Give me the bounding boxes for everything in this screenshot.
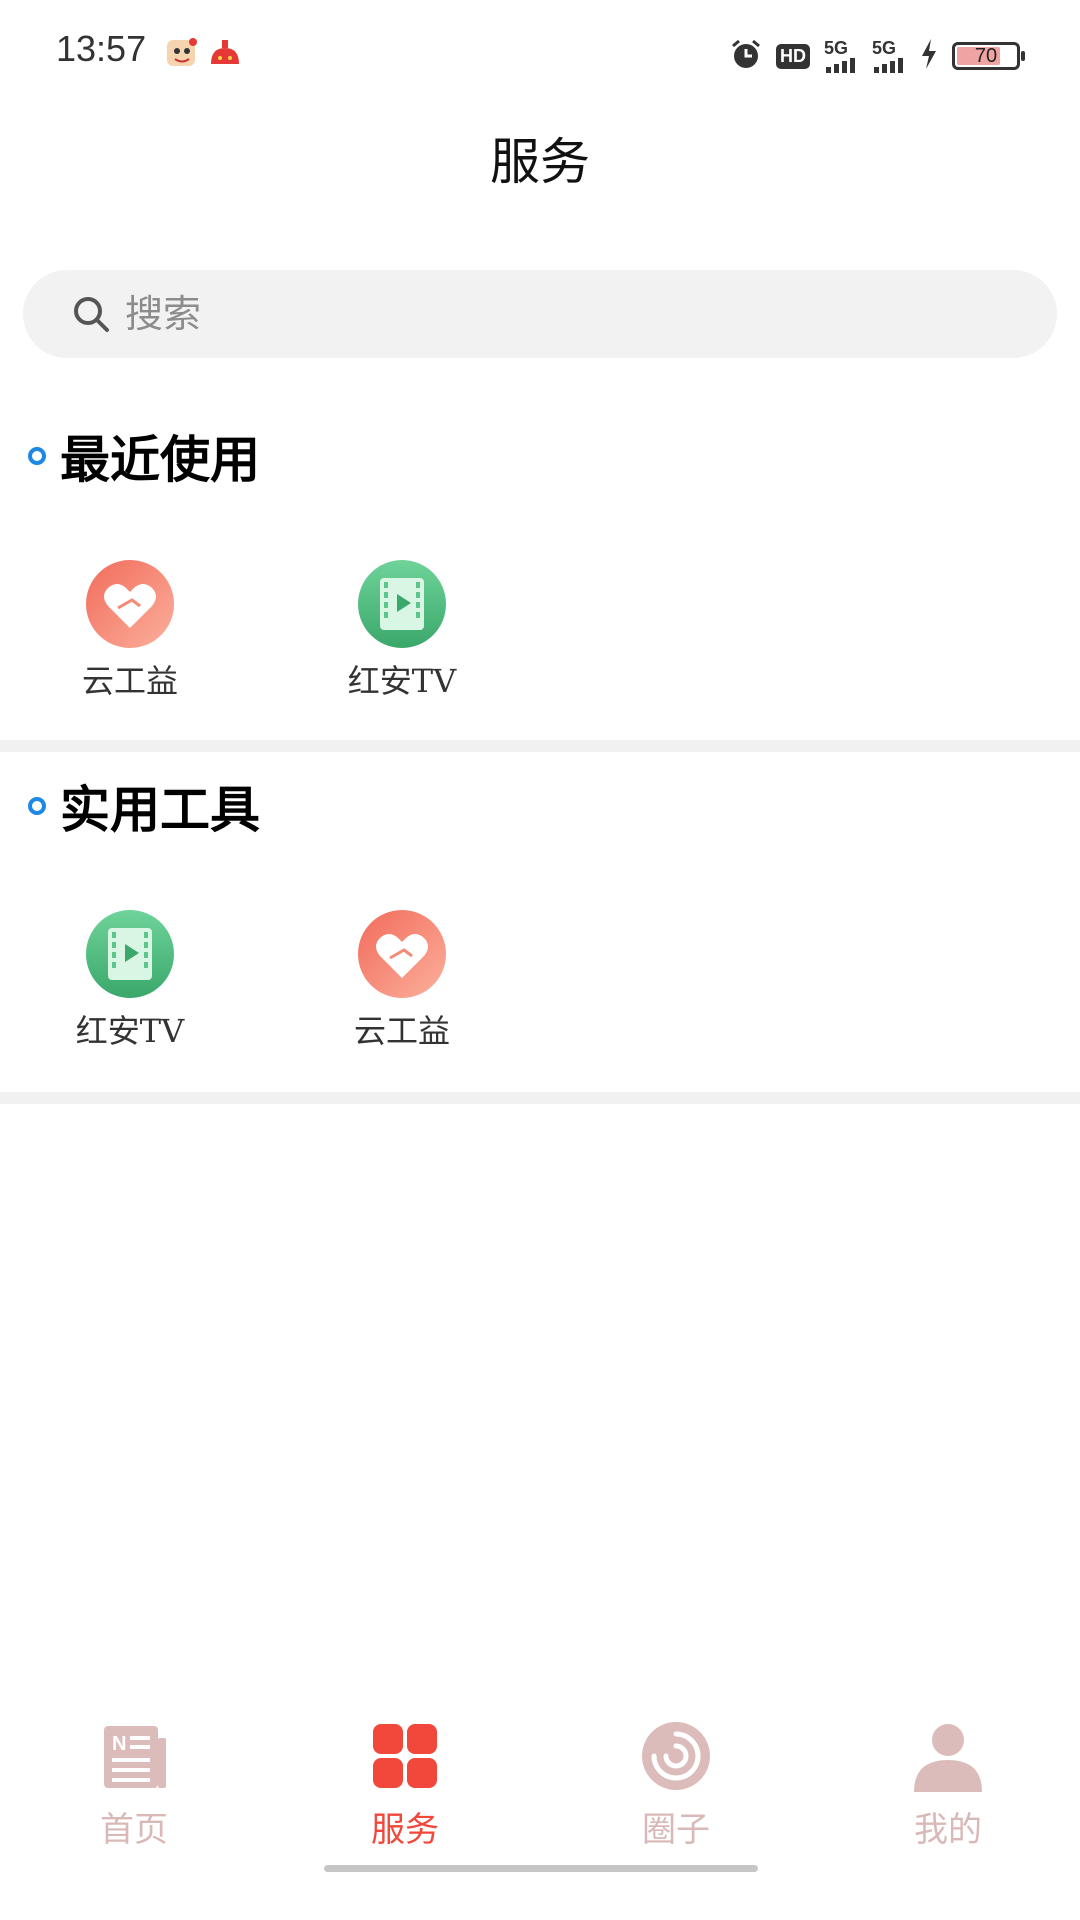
sim2-signal: 5G (872, 39, 906, 73)
section-header-tools: 实用工具 (28, 770, 260, 842)
status-time: 13:57 (56, 28, 147, 69)
heart-hand-icon (86, 560, 174, 648)
nav-label: 首页 (100, 1810, 168, 1850)
page-title: 服务 (490, 133, 590, 191)
news-icon: N (104, 1726, 166, 1788)
section-divider (0, 1092, 1080, 1104)
nav-item-circle[interactable]: 圈子 (596, 1720, 756, 1851)
app-hongan-tv[interactable]: 红安TV (302, 558, 502, 702)
home-indicator[interactable] (324, 1865, 758, 1872)
nav-label: 圈子 (642, 1810, 710, 1850)
app-hongan-tv[interactable]: 红安TV (30, 908, 230, 1052)
app-label: 云工益 (353, 1012, 450, 1050)
search-icon (47, 294, 111, 334)
search-bar[interactable] (23, 270, 1057, 358)
alarm-icon (730, 38, 762, 74)
search-input[interactable] (123, 291, 1007, 337)
nav-label: 我的 (914, 1810, 982, 1850)
heart-hand-icon (358, 910, 446, 998)
app-label: 红安TV (347, 662, 457, 700)
video-play-icon (86, 910, 174, 998)
nav-label: 服务 (371, 1810, 439, 1850)
signal-bars-icon (826, 58, 855, 73)
app-label: 云工益 (81, 662, 178, 700)
section-header-recent: 最近使用 (28, 420, 260, 492)
sim1-signal: 5G (824, 39, 858, 73)
app-label: 红安TV (75, 1012, 185, 1050)
charging-icon (920, 39, 938, 73)
notification-app-icon (165, 36, 199, 74)
status-indicators: HD 5G 5G 70 (730, 36, 1025, 76)
section-dot-icon (28, 797, 46, 815)
bottom-nav: N 首页 服务 圈子 我的 (0, 1710, 1080, 1870)
section-dot-icon (28, 447, 46, 465)
nav-item-home[interactable]: N 首页 (54, 1720, 214, 1851)
section-title: 最近使用 (60, 430, 260, 489)
video-play-icon (358, 560, 446, 648)
notification-app-icon-2 (208, 36, 242, 74)
hd-badge: HD (776, 43, 810, 69)
status-bar: 13:57 HD 5G 5G 70 (0, 0, 1080, 110)
app-yungongyi[interactable]: 云工益 (30, 558, 230, 702)
section-divider (0, 740, 1080, 752)
circle-swirl-icon (642, 1722, 710, 1790)
app-yungongyi[interactable]: 云工益 (302, 908, 502, 1052)
nav-item-services[interactable]: 服务 (325, 1720, 485, 1851)
services-screen: 13:57 HD 5G 5G 70 服务 搜索 最近使用 云工益 红安TV 实用… (0, 0, 1080, 1920)
user-icon (914, 1724, 982, 1792)
section-title: 实用工具 (60, 780, 260, 839)
signal-bars-icon (874, 58, 903, 73)
battery-level: 70 (974, 44, 998, 67)
grid-icon (373, 1724, 437, 1788)
nav-item-me[interactable]: 我的 (868, 1720, 1028, 1851)
svg-text:N: N (112, 1733, 126, 1755)
battery-indicator: 70 (952, 42, 1025, 70)
